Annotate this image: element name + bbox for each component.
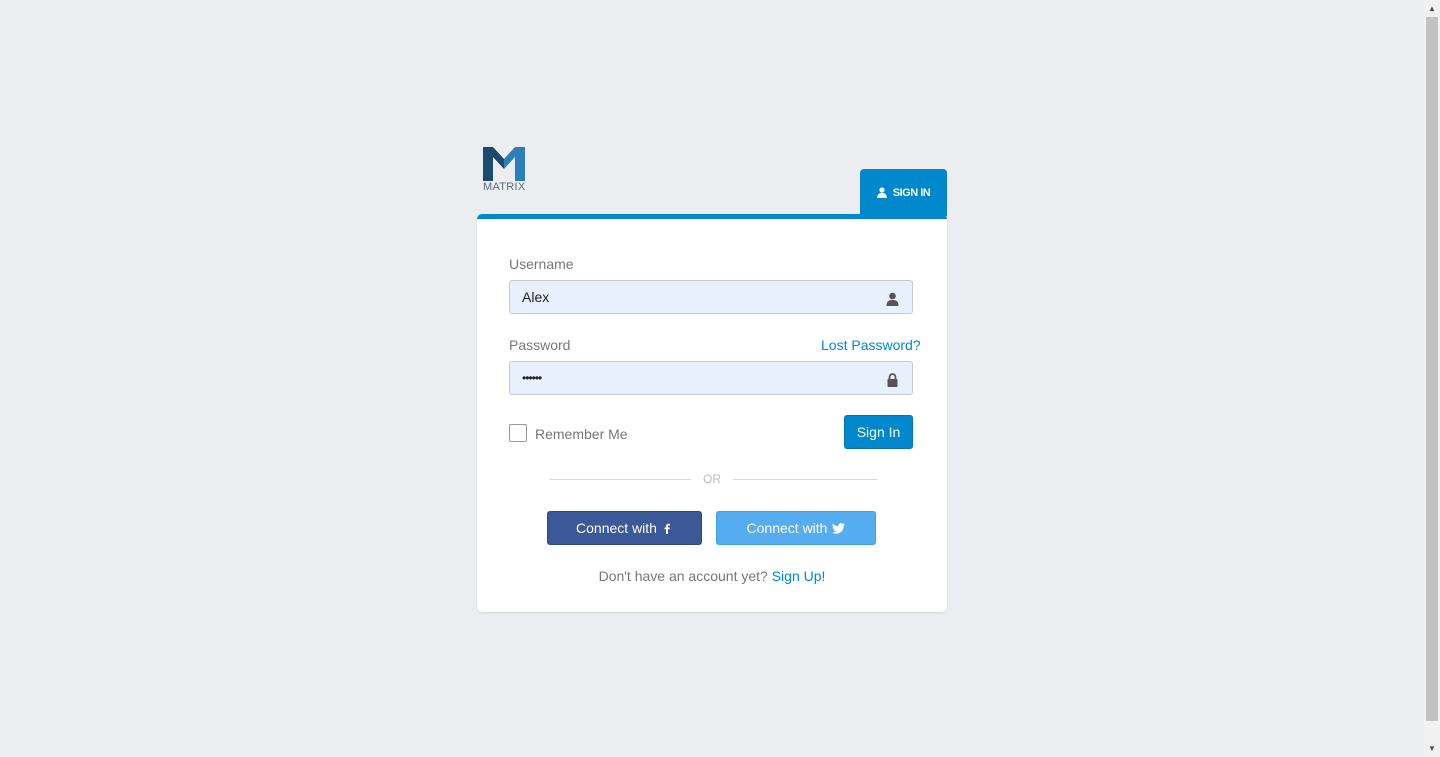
password-input[interactable] bbox=[510, 362, 880, 394]
tab-sign-in[interactable]: SIGN IN bbox=[860, 169, 947, 216]
logo-text: MATRIX bbox=[483, 181, 526, 193]
signup-prompt: Don't have an account yet? Sign Up! bbox=[477, 568, 947, 584]
remember-me-checkbox[interactable] bbox=[509, 424, 527, 442]
page-scrollbar[interactable]: ▲ ▼ bbox=[1424, 0, 1440, 757]
brand-logo[interactable]: MATRIX bbox=[483, 147, 533, 197]
tab-sign-in-label: SIGN IN bbox=[892, 186, 931, 199]
signup-prompt-text: Don't have an account yet? bbox=[598, 568, 768, 584]
divider-line-left bbox=[550, 479, 691, 480]
matrix-logo-icon bbox=[483, 147, 525, 181]
password-label: Password bbox=[509, 337, 571, 353]
page: MATRIX SIGN IN Username Password Lost Pa… bbox=[0, 0, 1424, 757]
scrollbar-thumb[interactable] bbox=[1426, 17, 1438, 721]
facebook-icon bbox=[664, 523, 670, 534]
remember-me-label[interactable]: Remember Me bbox=[535, 426, 628, 442]
username-label: Username bbox=[509, 256, 574, 272]
connect-facebook-label: Connect with bbox=[576, 520, 657, 536]
login-card: Username Password Lost Password? Remembe… bbox=[477, 214, 947, 612]
scroll-up-arrow-icon[interactable]: ▲ bbox=[1424, 0, 1440, 17]
twitter-icon bbox=[832, 522, 846, 534]
user-icon bbox=[876, 187, 887, 198]
password-field-wrap bbox=[509, 361, 913, 395]
scroll-down-arrow-icon[interactable]: ▼ bbox=[1424, 740, 1440, 757]
lock-icon bbox=[887, 373, 898, 387]
divider-or-text: OR bbox=[703, 472, 721, 486]
sign-in-button[interactable]: Sign In bbox=[844, 415, 913, 449]
connect-facebook-button[interactable]: Connect with bbox=[547, 511, 702, 545]
divider-line-right bbox=[733, 479, 877, 480]
connect-twitter-button[interactable]: Connect with bbox=[716, 511, 876, 545]
user-icon bbox=[886, 292, 899, 306]
sign-up-link[interactable]: Sign Up! bbox=[772, 568, 826, 584]
connect-twitter-label: Connect with bbox=[746, 520, 828, 536]
lost-password-link[interactable]: Lost Password? bbox=[821, 337, 921, 353]
username-input[interactable] bbox=[510, 281, 880, 313]
username-field-wrap bbox=[509, 280, 913, 314]
